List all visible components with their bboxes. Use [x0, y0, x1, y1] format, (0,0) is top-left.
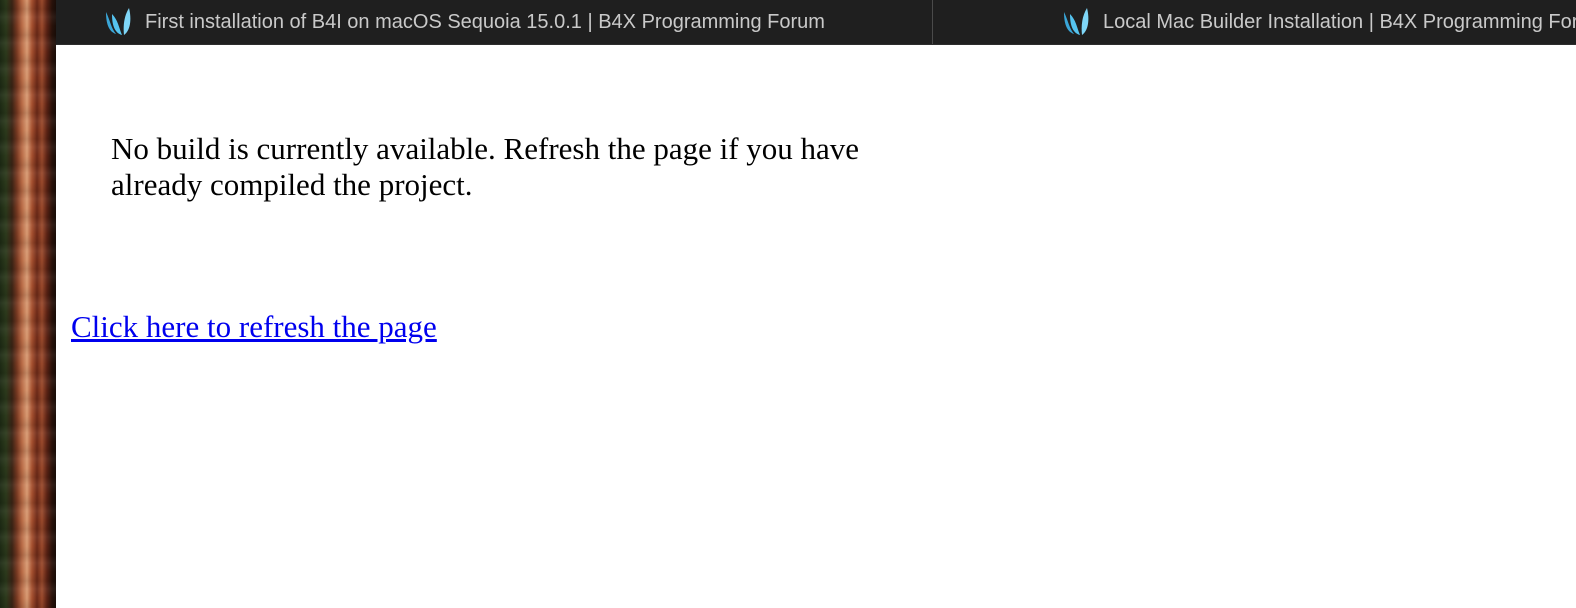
- tab-title: First installation of B4I on macOS Sequo…: [145, 10, 825, 33]
- screen: First installation of B4I on macOS Sequo…: [0, 0, 1576, 608]
- tab-bar: First installation of B4I on macOS Sequo…: [56, 0, 1576, 45]
- tab-first-installation[interactable]: First installation of B4I on macOS Sequo…: [56, 0, 932, 44]
- b4x-forum-logo-icon: [1064, 8, 1089, 35]
- b4x-forum-logo-icon: [106, 8, 131, 35]
- refresh-page-link[interactable]: Click here to refresh the page: [71, 309, 437, 345]
- browser-window: First installation of B4I on macOS Sequo…: [56, 0, 1576, 608]
- tab-title: Local Mac Builder Installation | B4X Pro…: [1103, 10, 1576, 33]
- desktop-wallpaper: [0, 0, 56, 608]
- tab-local-mac-builder[interactable]: Local Mac Builder Installation | B4X Pro…: [933, 0, 1576, 44]
- no-build-message: No build is currently available. Refresh…: [111, 131, 860, 202]
- page-content: No build is currently available. Refresh…: [56, 45, 1576, 608]
